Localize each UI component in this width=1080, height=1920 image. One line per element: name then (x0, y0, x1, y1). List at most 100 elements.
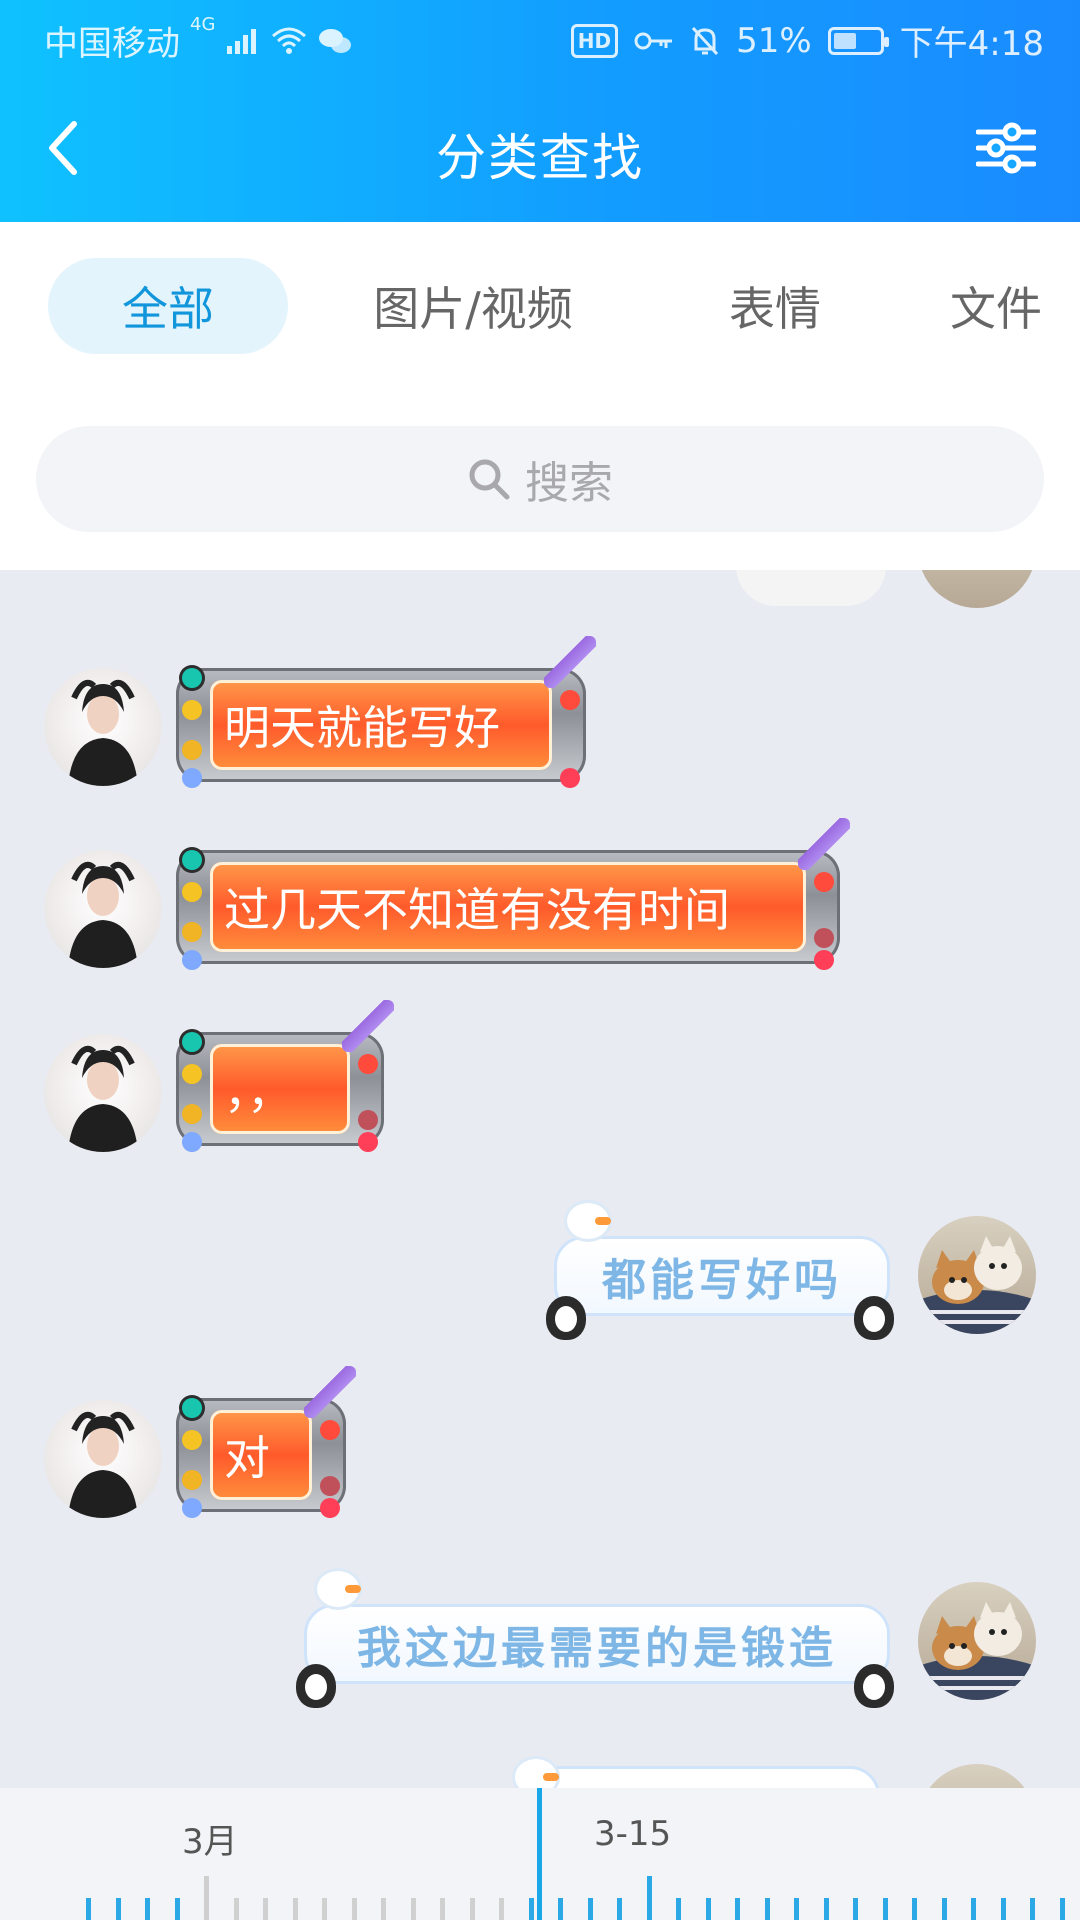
tab-panel: 全部 图片/视频 表情 文件 搜索 (0, 222, 1080, 570)
date-timeline[interactable]: 3月 3-15 (0, 1788, 1080, 1920)
avatar-girl-image (68, 680, 138, 786)
sender-avatar[interactable] (44, 850, 162, 968)
app-header: 中国移动 4G HD 51% 下午4:18 分类查找 (0, 0, 1080, 222)
partial-avatar (918, 1764, 1036, 1788)
message-text: 明天就能写好 (210, 680, 552, 770)
timeline-tick (263, 1898, 268, 1920)
gem-decoration (182, 950, 202, 970)
sender-avatar[interactable] (44, 668, 162, 786)
timeline-tick (322, 1898, 327, 1920)
sender-avatar[interactable] (44, 1034, 162, 1152)
penguin-decoration (854, 1664, 894, 1708)
avatar-dog-image (918, 1602, 1036, 1700)
gem-decoration (182, 1104, 202, 1124)
signal-icon (227, 28, 257, 54)
gem-decoration (182, 768, 202, 788)
gem-decoration (358, 1110, 378, 1130)
gem-decoration (560, 690, 580, 710)
sender-avatar[interactable] (44, 1400, 162, 1518)
timeline-tick (351, 1898, 357, 1920)
gem-decoration (182, 850, 202, 870)
timeline-tick (882, 1898, 888, 1920)
clock: 下午4:18 (899, 24, 1044, 64)
search-input[interactable]: 搜索 (36, 426, 1044, 532)
sword-decoration (342, 1000, 394, 1052)
gem-decoration (182, 700, 202, 720)
timeline-tick (204, 1876, 209, 1920)
message-bubble[interactable]: 对 (176, 1366, 356, 1518)
sliders-icon (976, 122, 1036, 174)
timeline-tick (233, 1898, 239, 1920)
message-bubble[interactable]: 都能写好吗 (540, 1200, 904, 1340)
avatar-dog-image (918, 1236, 1036, 1334)
search-placeholder: 搜索 (525, 458, 613, 509)
battery-percent: 51% (736, 20, 812, 61)
message-text: ，， (210, 1044, 350, 1134)
timeline-tick (115, 1898, 121, 1920)
avatar-girl-image (68, 1412, 138, 1518)
timeline-tick (705, 1898, 711, 1920)
timeline-tick (971, 1898, 976, 1920)
timeline-tick (469, 1898, 475, 1920)
timeline-tick (499, 1898, 504, 1920)
tab-images-videos[interactable]: 图片/视频 (348, 258, 598, 354)
gem-decoration (182, 1430, 202, 1450)
partial-message-image (736, 570, 886, 606)
timeline-tick (145, 1898, 150, 1920)
status-left: 中国移动 4G (44, 14, 353, 65)
gem-decoration (358, 1054, 378, 1074)
status-right: HD 51% 下午4:18 (570, 16, 1044, 65)
tab-all[interactable]: 全部 (48, 258, 288, 354)
tab-stickers[interactable]: 表情 (700, 258, 850, 354)
timeline-tick (381, 1898, 386, 1920)
timeline-tick (853, 1898, 858, 1920)
timeline-date-label: 3-15 (594, 1814, 672, 1854)
key-icon (634, 32, 673, 49)
partial-message-bubble (520, 1766, 880, 1788)
chat-list[interactable]: 明天就能写好 过几天不知道有没有时间 ，， 都能写好吗 对 我这边最需要的是锻造 (0, 570, 1080, 1788)
timeline-tick (1030, 1898, 1035, 1920)
mute-bell-icon (691, 26, 719, 55)
penguin-decoration (546, 1296, 586, 1340)
gem-decoration (320, 1420, 340, 1440)
timeline-tick (823, 1898, 829, 1920)
message-bubble[interactable]: ，， (176, 1000, 394, 1152)
penguin-decoration (296, 1664, 336, 1708)
timeline-tick (764, 1898, 770, 1920)
timeline-tick (794, 1898, 799, 1920)
search-icon (469, 459, 510, 500)
message-bubble[interactable]: 我这边最需要的是锻造 (290, 1568, 904, 1708)
sword-decoration (798, 818, 850, 870)
timeline-cursor[interactable] (537, 1788, 542, 1920)
message-bubble[interactable]: 明天就能写好 (176, 636, 596, 788)
battery-fill (833, 32, 856, 49)
wechat-icon (319, 28, 352, 53)
filter-button[interactable] (968, 110, 1044, 186)
timeline-tick (174, 1898, 180, 1920)
gem-decoration (182, 1398, 202, 1418)
gem-decoration (320, 1498, 340, 1518)
timeline-tick (558, 1898, 563, 1920)
carrier-label: 中国移动 (44, 24, 180, 64)
gem-decoration (182, 1064, 202, 1084)
gem-decoration (182, 1132, 202, 1152)
sword-decoration (544, 636, 596, 688)
my-avatar[interactable] (918, 1216, 1036, 1334)
gem-decoration (320, 1476, 340, 1496)
my-avatar[interactable] (918, 1582, 1036, 1700)
timeline-tick (646, 1876, 652, 1920)
gem-decoration (358, 1132, 378, 1152)
timeline-month-label: 3月 (182, 1822, 238, 1862)
sword-decoration (304, 1366, 356, 1418)
network-type: 4G (190, 14, 216, 35)
wifi-icon (272, 27, 307, 54)
message-bubble[interactable]: 过几天不知道有没有时间 (176, 818, 850, 970)
snowman-decoration (314, 1568, 362, 1610)
gem-decoration (814, 950, 834, 970)
message-text: 过几天不知道有没有时间 (210, 862, 806, 952)
timeline-tick (292, 1898, 298, 1920)
timeline-tick (528, 1898, 534, 1920)
battery-icon (827, 26, 889, 55)
tab-files[interactable]: 文件 (950, 258, 1080, 354)
timeline-tick (941, 1898, 947, 1920)
